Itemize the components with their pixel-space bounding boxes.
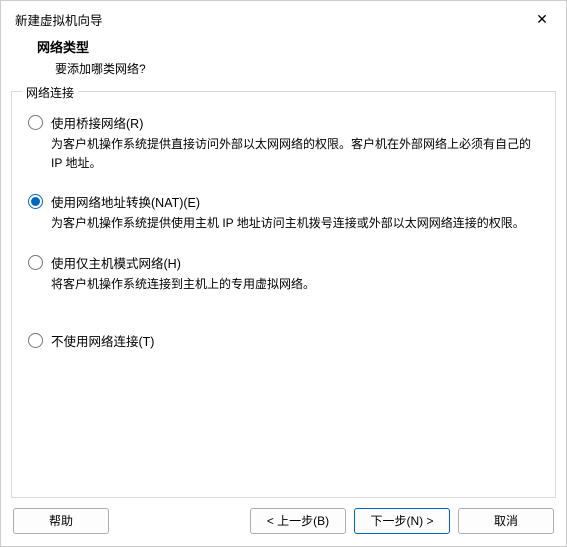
page-subheading: 要添加哪类网络? bbox=[37, 60, 552, 77]
option-hostonly[interactable]: 使用仅主机模式网络(H) 将客户机操作系统连接到主机上的专用虚拟网络。 bbox=[28, 253, 539, 294]
option-bridged-desc: 为客户机操作系统提供直接访问外部以太网网络的权限。客户机在外部网络上必须有自己的… bbox=[51, 135, 531, 172]
option-bridged-label: 使用桥接网络(R) bbox=[51, 113, 143, 132]
close-icon[interactable]: ✕ bbox=[528, 8, 556, 30]
option-nat[interactable]: 使用网络地址转换(NAT)(E) 为客户机操作系统提供使用主机 IP 地址访问主… bbox=[28, 192, 539, 233]
next-button[interactable]: 下一步(N) > bbox=[354, 508, 450, 534]
option-nat-label: 使用网络地址转换(NAT)(E) bbox=[51, 192, 200, 211]
option-bridged[interactable]: 使用桥接网络(R) 为客户机操作系统提供直接访问外部以太网网络的权限。客户机在外… bbox=[28, 113, 539, 172]
network-connection-group: 网络连接 使用桥接网络(R) 为客户机操作系统提供直接访问外部以太网网络的权限。… bbox=[11, 91, 556, 498]
radio-none[interactable] bbox=[28, 333, 43, 348]
new-vm-wizard-dialog: 新建虚拟机向导 ✕ 网络类型 要添加哪类网络? 网络连接 使用桥接网络(R) 为… bbox=[0, 0, 567, 547]
wizard-header: 网络类型 要添加哪类网络? bbox=[1, 33, 566, 91]
back-button[interactable]: < 上一步(B) bbox=[250, 508, 346, 534]
option-hostonly-label: 使用仅主机模式网络(H) bbox=[51, 253, 181, 272]
cancel-button[interactable]: 取消 bbox=[458, 508, 554, 534]
group-legend: 网络连接 bbox=[22, 84, 78, 101]
network-options: 使用桥接网络(R) 为客户机操作系统提供直接访问外部以太网网络的权限。客户机在外… bbox=[28, 113, 539, 350]
content-area: 网络连接 使用桥接网络(R) 为客户机操作系统提供直接访问外部以太网网络的权限。… bbox=[1, 91, 566, 498]
page-heading: 网络类型 bbox=[37, 37, 552, 56]
option-none[interactable]: 不使用网络连接(T) bbox=[28, 331, 539, 350]
wizard-footer: 帮助 < 上一步(B) 下一步(N) > 取消 bbox=[1, 498, 566, 546]
option-nat-desc: 为客户机操作系统提供使用主机 IP 地址访问主机拨号连接或外部以太网网络连接的权… bbox=[51, 214, 531, 233]
help-button[interactable]: 帮助 bbox=[13, 508, 109, 534]
radio-nat[interactable] bbox=[28, 194, 43, 209]
radio-hostonly[interactable] bbox=[28, 255, 43, 270]
titlebar: 新建虚拟机向导 ✕ bbox=[1, 1, 566, 33]
option-none-label: 不使用网络连接(T) bbox=[51, 331, 154, 350]
radio-bridged[interactable] bbox=[28, 115, 43, 130]
window-title: 新建虚拟机向导 bbox=[15, 10, 103, 29]
option-hostonly-desc: 将客户机操作系统连接到主机上的专用虚拟网络。 bbox=[51, 275, 531, 294]
